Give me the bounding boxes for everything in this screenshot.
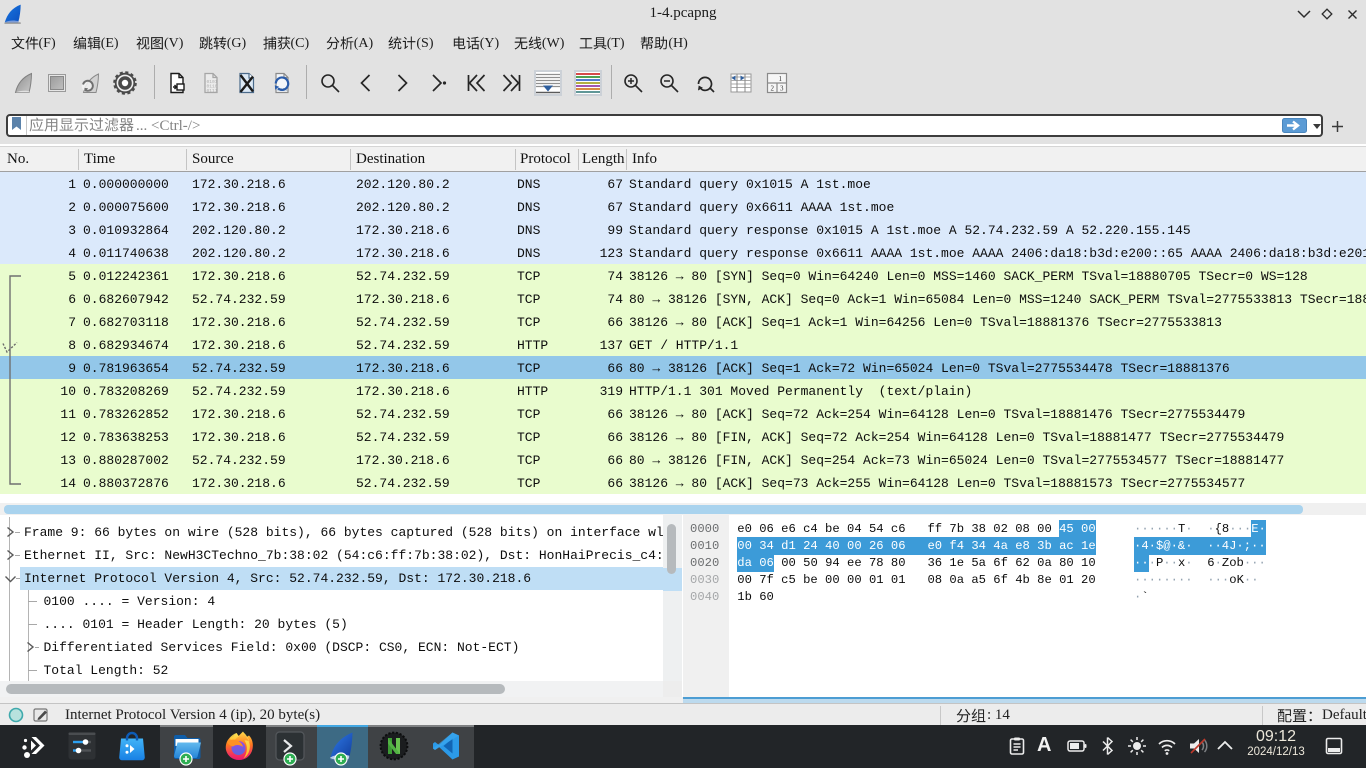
svg-text:2: 2 [771, 85, 775, 93]
svg-text:1: 1 [779, 75, 783, 83]
svg-text:0111: 0111 [207, 88, 218, 94]
svg-text:3: 3 [780, 85, 784, 93]
